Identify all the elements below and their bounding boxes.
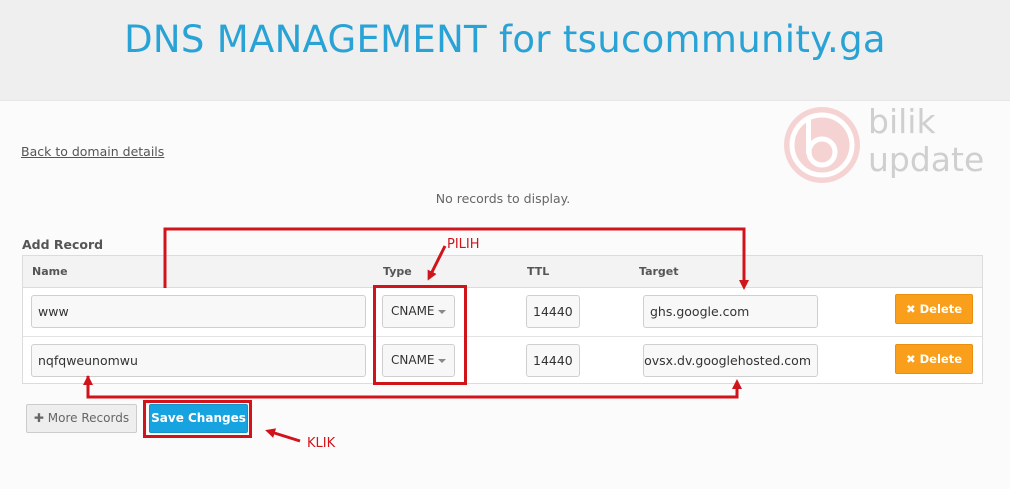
arrow-name-to-target-bottom [86,376,742,399]
arrow-name-to-target-top [163,227,749,290]
arrow-klik [265,428,301,443]
arrow-pilih [427,245,447,281]
annotation-arrows [83,227,749,443]
